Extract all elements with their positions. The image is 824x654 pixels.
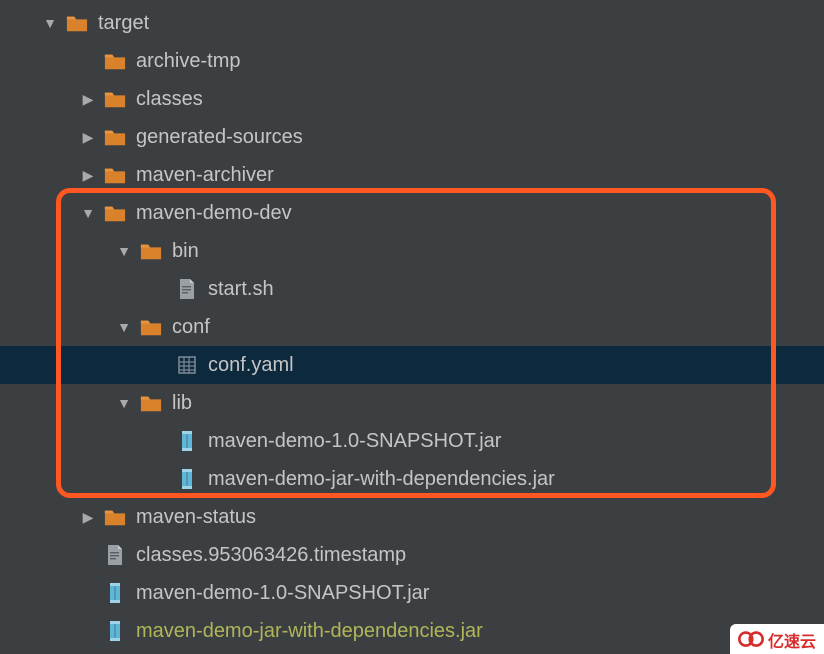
chevron-down-icon[interactable]: ▼ [78, 203, 98, 223]
chevron-right-icon[interactable]: ▶ [78, 127, 98, 147]
tree-item-label: classes [136, 88, 203, 111]
jar-file-icon [176, 468, 198, 490]
tree-row[interactable]: ▼ target [0, 4, 824, 42]
tree-item-label: target [98, 12, 149, 35]
yaml-file-icon [176, 354, 198, 376]
folder-icon [104, 164, 126, 186]
chevron-down-icon[interactable]: ▼ [114, 241, 134, 261]
tree-row[interactable]: ▼ bin [0, 232, 824, 270]
tree-row[interactable]: ▼ conf.yaml [0, 346, 824, 384]
file-icon [104, 544, 126, 566]
tree-row[interactable]: ▶ classes [0, 80, 824, 118]
tree-item-label: maven-archiver [136, 164, 274, 187]
folder-icon [140, 392, 162, 414]
tree-item-label: bin [172, 240, 199, 263]
tree-row[interactable]: ▶ maven-archiver [0, 156, 824, 194]
chevron-right-icon[interactable]: ▶ [78, 89, 98, 109]
tree-item-label: archive-tmp [136, 50, 240, 73]
jar-file-icon [176, 430, 198, 452]
tree-item-label: lib [172, 392, 192, 415]
folder-icon [104, 50, 126, 72]
folder-icon [104, 126, 126, 148]
tree-item-label: conf [172, 316, 210, 339]
tree-row[interactable]: ▼ maven-demo-dev [0, 194, 824, 232]
folder-icon [66, 12, 88, 34]
tree-row[interactable]: ▼ maven-demo-jar-with-dependencies.jar [0, 460, 824, 498]
folder-icon [140, 316, 162, 338]
folder-icon [104, 506, 126, 528]
tree-row[interactable]: ▼ conf [0, 308, 824, 346]
tree-item-label: conf.yaml [208, 354, 294, 377]
tree-row[interactable]: ▶ generated-sources [0, 118, 824, 156]
tree-row[interactable]: ▼ maven-demo-1.0-SNAPSHOT.jar [0, 574, 824, 612]
project-tree[interactable]: ▼ target▼ archive-tmp▶ classes▶ generate… [0, 0, 824, 650]
tree-item-label: start.sh [208, 278, 274, 301]
watermark-text: 亿速云 [768, 628, 816, 652]
watermark: 亿速云 [730, 624, 824, 654]
watermark-logo-icon [738, 630, 764, 650]
tree-row[interactable]: ▼ classes.953063426.timestamp [0, 536, 824, 574]
file-icon [176, 278, 198, 300]
chevron-down-icon[interactable]: ▼ [40, 13, 60, 33]
tree-item-label: generated-sources [136, 126, 303, 149]
tree-row[interactable]: ▼ lib [0, 384, 824, 422]
tree-item-label: maven-demo-1.0-SNAPSHOT.jar [136, 582, 429, 605]
folder-icon [104, 202, 126, 224]
chevron-right-icon[interactable]: ▶ [78, 165, 98, 185]
jar-file-icon [104, 582, 126, 604]
tree-item-label: maven-demo-jar-with-dependencies.jar [208, 468, 555, 491]
tree-item-label: maven-demo-dev [136, 202, 292, 225]
chevron-right-icon[interactable]: ▶ [78, 507, 98, 527]
tree-row[interactable]: ▼ start.sh [0, 270, 824, 308]
tree-item-label: classes.953063426.timestamp [136, 544, 406, 567]
chevron-down-icon[interactable]: ▼ [114, 393, 134, 413]
jar-file-icon [104, 620, 126, 642]
chevron-down-icon[interactable]: ▼ [114, 317, 134, 337]
tree-row[interactable]: ▶ maven-status [0, 498, 824, 536]
folder-icon [140, 240, 162, 262]
tree-row[interactable]: ▼ maven-demo-1.0-SNAPSHOT.jar [0, 422, 824, 460]
folder-icon [104, 88, 126, 110]
tree-row[interactable]: ▼ archive-tmp [0, 42, 824, 80]
tree-item-label: maven-status [136, 506, 256, 529]
tree-row[interactable]: ▼ maven-demo-jar-with-dependencies.jar [0, 612, 824, 650]
tree-item-label: maven-demo-jar-with-dependencies.jar [136, 620, 483, 643]
tree-item-label: maven-demo-1.0-SNAPSHOT.jar [208, 430, 501, 453]
